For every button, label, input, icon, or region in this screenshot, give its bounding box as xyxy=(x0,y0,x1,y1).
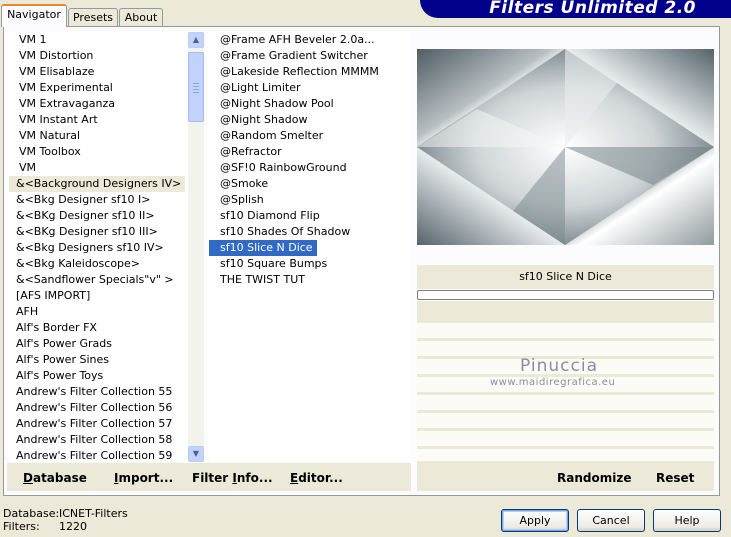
progress-bar xyxy=(417,290,714,300)
reset-button[interactable]: Reset xyxy=(656,471,694,485)
category-item[interactable]: VM Elisablaze xyxy=(9,64,188,80)
filter-item[interactable]: @Splish xyxy=(209,192,411,208)
filter-item[interactable]: @Light Limiter xyxy=(209,80,411,96)
category-item[interactable]: &<BKg Designer sf10 III> xyxy=(9,224,188,240)
category-item[interactable]: VM Instant Art xyxy=(9,112,188,128)
category-item[interactable]: VM Natural xyxy=(9,128,188,144)
watermark-name: Pinuccia xyxy=(520,356,598,376)
status-filters-label: Filters: xyxy=(3,520,40,533)
filter-item[interactable]: @Frame Gradient Switcher xyxy=(209,48,411,64)
filter-item[interactable]: sf10 Square Bumps xyxy=(209,256,411,272)
filter-item[interactable]: @Night Shadow xyxy=(209,112,411,128)
category-item[interactable]: &<BKg Designer sf10 II> xyxy=(9,208,188,224)
filter-list[interactable]: @Frame AFH Beveler 2.0a... @Frame Gradien… xyxy=(209,32,411,462)
preview-filter-name: sf10 Slice N Dice xyxy=(417,265,714,289)
scroll-up-button[interactable]: ▲ xyxy=(188,32,204,48)
banner-title: Filters Unlimited 2.0 xyxy=(489,0,696,18)
parameter-slot xyxy=(417,449,714,461)
filter-item[interactable]: @Random Smelter xyxy=(209,128,411,144)
category-item[interactable]: &<Bkg Designer sf10 I> xyxy=(9,192,188,208)
import-button[interactable]: Import... xyxy=(114,471,173,485)
filter-item[interactable]: @Lakeside Reflection MMMM xyxy=(209,64,411,80)
scroll-down-button[interactable]: ▼ xyxy=(188,446,204,462)
parameter-slot xyxy=(417,395,714,410)
watermark-url: www.maidiregrafica.eu xyxy=(490,377,616,388)
preview-image xyxy=(417,49,714,245)
status-filters: Filters: 1220 xyxy=(3,520,87,533)
category-item[interactable]: [AFS IMPORT] xyxy=(9,288,188,304)
category-item[interactable]: VM xyxy=(9,160,188,176)
filter-item[interactable]: @Night Shadow Pool xyxy=(209,96,411,112)
category-item[interactable]: AFH xyxy=(9,304,188,320)
category-item[interactable]: Alf's Border FX xyxy=(9,320,188,336)
editor-button[interactable]: Editor... xyxy=(290,471,343,485)
filter-info-button[interactable]: Filter Info... xyxy=(192,471,273,485)
category-item[interactable]: &<Sandflower Specials"v" > xyxy=(9,272,188,288)
category-item[interactable]: VM 1 xyxy=(9,32,188,48)
randomize-button[interactable]: Randomize xyxy=(557,471,631,485)
tab-presets[interactable]: Presets xyxy=(68,8,118,27)
filter-item[interactable]: @Refractor xyxy=(209,144,411,160)
category-item[interactable]: Andrew's Filter Collection 58 xyxy=(9,432,188,448)
category-item[interactable]: Alf's Power Grads xyxy=(9,336,188,352)
category-item[interactable]: &<Bkg Kaleidoscope> xyxy=(9,256,188,272)
category-item[interactable]: VM Experimental xyxy=(9,80,188,96)
filter-item[interactable]: sf10 Diamond Flip xyxy=(209,208,411,224)
category-list[interactable]: VM 1 VM Distortion VM Elisablaze VM Experim… xyxy=(9,32,188,462)
category-item[interactable]: Andrew's Filter Collection 55 xyxy=(9,384,188,400)
category-item[interactable]: Alf's Power Toys xyxy=(9,368,188,384)
parameter-slot xyxy=(417,341,714,356)
category-item[interactable]: Alf's Power Sines xyxy=(9,352,188,368)
category-item[interactable]: VM Extravaganza xyxy=(9,96,188,112)
category-item[interactable]: &<Background Designers IV> xyxy=(9,176,186,192)
status-database-label: Database: xyxy=(3,507,60,520)
filter-item[interactable]: @Frame AFH Beveler 2.0a... xyxy=(209,32,411,48)
tab-navigator[interactable]: Navigator xyxy=(1,4,67,27)
help-button[interactable]: Help xyxy=(653,509,721,532)
database-button[interactable]: Database xyxy=(23,471,87,485)
scroll-thumb[interactable] xyxy=(188,52,204,122)
slice-n-dice-preview xyxy=(417,49,714,245)
filter-item[interactable]: THE TWIST TUT xyxy=(209,272,411,288)
navigator-panel: VM 1 VM Distortion VM Elisablaze VM Experim… xyxy=(3,26,720,496)
category-item[interactable]: Andrew's Filter Collection 56 xyxy=(9,400,188,416)
category-item[interactable]: VM Distortion xyxy=(9,48,188,64)
filter-item[interactable]: sf10 Shades Of Shadow xyxy=(209,224,411,240)
status-filters-value: 1220 xyxy=(59,520,87,533)
filter-item[interactable]: sf10 Slice N Dice xyxy=(209,240,317,256)
category-item[interactable]: &<Bkg Designers sf10 IV> xyxy=(9,240,188,256)
category-item[interactable]: VM Toolbox xyxy=(9,144,188,160)
category-item[interactable]: Andrew's Filter Collection 57 xyxy=(9,416,188,432)
category-item[interactable]: Andrew's Filter Collection 59 xyxy=(9,448,188,462)
status-database: Database: ICNET-Filters xyxy=(3,507,128,520)
filter-item[interactable]: @Smoke xyxy=(209,176,411,192)
apply-button[interactable]: Apply xyxy=(501,509,569,532)
parameter-slot xyxy=(417,323,714,338)
parameter-slot xyxy=(417,431,714,446)
app-banner: Filters Unlimited 2.0 xyxy=(420,0,731,18)
category-scrollbar[interactable]: ▲ ▼ xyxy=(188,32,204,462)
status-database-value: ICNET-Filters xyxy=(59,507,128,520)
filter-item[interactable]: @SF!0 RainbowGround xyxy=(209,160,411,176)
tab-about[interactable]: About xyxy=(119,8,163,27)
cancel-button[interactable]: Cancel xyxy=(577,509,645,532)
parameter-slot xyxy=(417,413,714,428)
